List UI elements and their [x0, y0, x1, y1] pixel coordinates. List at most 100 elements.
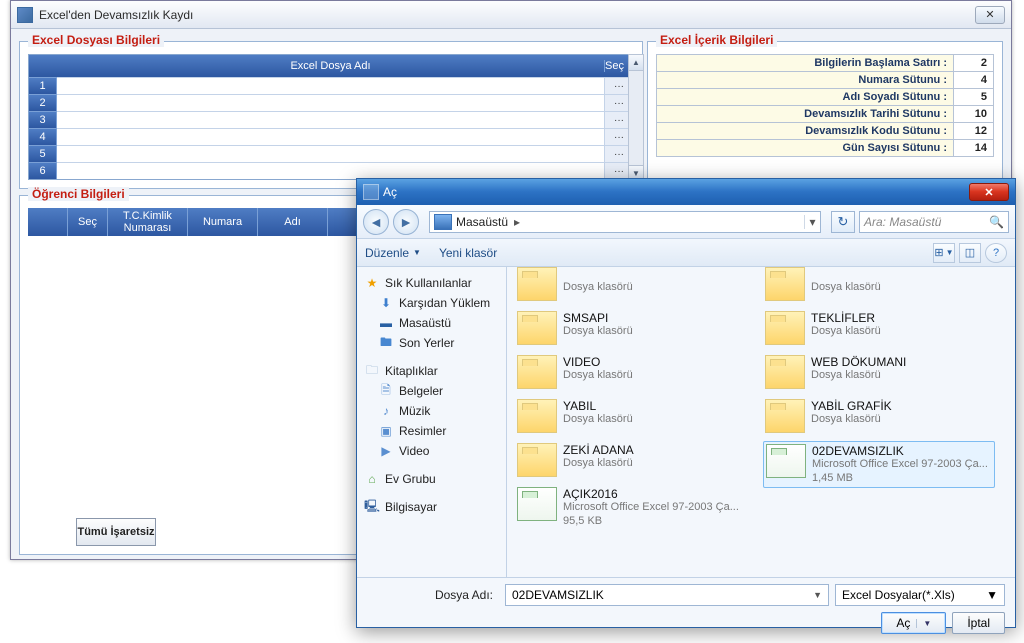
- list-item-selected[interactable]: 02DEVAMSIZLIKMicrosoft Office Excel 97-2…: [763, 441, 995, 488]
- folder-icon: [517, 355, 557, 389]
- table-row[interactable]: 4···: [29, 128, 633, 145]
- list-item[interactable]: VIDEODosya klasörü: [515, 353, 747, 391]
- video-icon: ▶: [379, 444, 393, 458]
- sidebar-documents[interactable]: 🗎Belgeler: [379, 381, 502, 401]
- sidebar-videos[interactable]: ▶Video: [379, 441, 502, 461]
- dialog-title: Aç: [383, 185, 397, 199]
- chevron-down-icon: ▼: [413, 248, 421, 257]
- config-value[interactable]: 12: [953, 123, 993, 139]
- file-open-dialog: Aç ✕ ◄ ► Masaüstü ▸ ▾ ↻ Ara: Masaüstü 🔍 …: [356, 178, 1016, 628]
- nav-back-button[interactable]: ◄: [363, 209, 389, 235]
- group-title: Öğrenci Bilgileri: [28, 187, 129, 201]
- list-item[interactable]: AÇIK2016Microsoft Office Excel 97-2003 Ç…: [515, 485, 747, 530]
- dialog-close-button[interactable]: ✕: [969, 183, 1009, 201]
- scroll-up-icon[interactable]: ▲: [629, 55, 643, 71]
- table-row[interactable]: 5···: [29, 145, 633, 162]
- group-title: Excel Dosyası Bilgileri: [28, 33, 164, 47]
- list-item[interactable]: Dosya klasörü: [515, 267, 747, 303]
- desktop-icon: ▬: [379, 316, 393, 330]
- file-type-select[interactable]: Excel Dosyalar(*.Xls) ▼: [835, 584, 1005, 606]
- dialog-toolbar: Düzenle ▼ Yeni klasör ⊞▼ ◫ ?: [357, 239, 1015, 267]
- list-item[interactable]: SMSAPIDosya klasörü: [515, 309, 747, 347]
- group-content-info: Excel İçerik Bilgileri Bilgilerin Başlam…: [647, 41, 1003, 189]
- organize-menu[interactable]: Düzenle ▼: [365, 246, 421, 260]
- open-button[interactable]: Aç ▼: [881, 612, 946, 634]
- table-row[interactable]: 1···: [29, 77, 633, 94]
- crumb-item[interactable]: Masaüstü: [456, 215, 508, 229]
- config-value[interactable]: 14: [953, 140, 993, 156]
- folder-icon: [517, 267, 557, 301]
- app-icon: [17, 7, 33, 23]
- crumb-dropdown-icon[interactable]: ▾: [804, 215, 820, 229]
- breadcrumb[interactable]: Masaüstü ▸ ▾: [429, 211, 821, 233]
- computer-icon: 🖳: [365, 500, 379, 514]
- config-value[interactable]: 4: [953, 72, 993, 88]
- sidebar-computer[interactable]: 🖳Bilgisayar: [365, 497, 502, 517]
- homegroup-icon: ⌂: [365, 472, 379, 486]
- main-close-button[interactable]: ✕: [975, 6, 1005, 24]
- help-button[interactable]: ?: [985, 243, 1007, 263]
- list-item[interactable]: TEKLİFLERDosya klasörü: [763, 309, 995, 347]
- library-icon: 🗀: [365, 364, 379, 378]
- folder-icon: [765, 399, 805, 433]
- file-name-label: Dosya Adı:: [367, 588, 499, 602]
- nav-forward-button[interactable]: ►: [393, 209, 419, 235]
- file-name-input[interactable]: 02DEVAMSIZLIK ▼: [505, 584, 829, 606]
- document-icon: 🗎: [379, 384, 393, 398]
- sidebar-desktop[interactable]: ▬Masaüstü: [379, 313, 502, 333]
- download-icon: ⬇: [379, 296, 393, 310]
- list-item[interactable]: YABİL GRAFİKDosya klasörü: [763, 397, 995, 435]
- refresh-button[interactable]: ↻: [831, 211, 855, 233]
- preview-pane-button[interactable]: ◫: [959, 243, 981, 263]
- config-row: Numara Sütunu :4: [656, 71, 994, 89]
- sidebar-homegroup[interactable]: ⌂Ev Grubu: [365, 469, 502, 489]
- sidebar-downloads[interactable]: ⬇Karşıdan Yüklem: [379, 293, 502, 313]
- excel-icon: [766, 444, 806, 478]
- list-item[interactable]: WEB DÖKUMANIDosya klasörü: [763, 353, 995, 391]
- sidebar-recent[interactable]: 🖿Son Yerler: [379, 333, 502, 353]
- folder-icon: [765, 311, 805, 345]
- config-value[interactable]: 10: [953, 106, 993, 122]
- desktop-icon: [434, 214, 452, 230]
- sidebar-music[interactable]: ♪Müzik: [379, 401, 502, 421]
- table-row[interactable]: 6···: [29, 162, 633, 179]
- list-item[interactable]: ZEKİ ADANADosya klasörü: [515, 441, 747, 479]
- chevron-down-icon: ▼: [986, 588, 998, 602]
- config-row: Devamsızlık Tarihi Sütunu :10: [656, 105, 994, 123]
- group-title: Excel İçerik Bilgileri: [656, 33, 777, 47]
- main-title: Excel'den Devamsızlık Kaydı: [39, 8, 193, 22]
- list-item[interactable]: YABILDosya klasörü: [515, 397, 747, 435]
- new-folder-button[interactable]: Yeni klasör: [439, 246, 497, 260]
- sidebar-libraries[interactable]: 🗀Kitaplıklar: [365, 361, 502, 381]
- dialog-nav: ◄ ► Masaüstü ▸ ▾ ↻ Ara: Masaüstü 🔍: [357, 205, 1015, 239]
- group-excel-files: Excel Dosyası Bilgileri Excel Dosya Adı …: [19, 41, 643, 189]
- folder-icon: [517, 311, 557, 345]
- sidebar-favorites[interactable]: ★Sık Kullanılanlar: [365, 273, 502, 293]
- search-icon: 🔍: [989, 215, 1004, 229]
- scrollbar[interactable]: ▲ ▼: [628, 54, 644, 182]
- col-file-name: Excel Dosya Adı: [57, 60, 605, 72]
- config-table: Bilgilerin Başlama Satırı :2 Numara Sütu…: [656, 54, 994, 156]
- sidebar: ★Sık Kullanılanlar ⬇Karşıdan Yüklem ▬Mas…: [357, 267, 507, 577]
- picture-icon: ▣: [379, 424, 393, 438]
- chevron-right-icon[interactable]: ▸: [508, 215, 526, 229]
- view-mode-button[interactable]: ⊞▼: [933, 243, 955, 263]
- clock-icon: 🖿: [379, 336, 393, 350]
- folder-icon: [517, 399, 557, 433]
- search-input[interactable]: Ara: Masaüstü 🔍: [859, 211, 1009, 233]
- list-item[interactable]: Dosya klasörü: [763, 267, 995, 303]
- excel-table-body: 1··· 2··· 3··· 4··· 5··· 6···: [29, 77, 633, 179]
- chevron-down-icon[interactable]: ▼: [813, 590, 822, 600]
- table-row[interactable]: 2···: [29, 94, 633, 111]
- table-row[interactable]: 3···: [29, 111, 633, 128]
- split-dropdown-icon[interactable]: ▼: [916, 619, 931, 628]
- sidebar-pictures[interactable]: ▣Resimler: [379, 421, 502, 441]
- config-value[interactable]: 5: [953, 89, 993, 105]
- config-value[interactable]: 2: [953, 55, 993, 71]
- star-icon: ★: [365, 276, 379, 290]
- cancel-button[interactable]: İptal: [952, 612, 1005, 634]
- music-icon: ♪: [379, 404, 393, 418]
- clear-all-button[interactable]: Tümü İşaretsiz: [76, 518, 156, 546]
- dialog-titlebar: Aç ✕: [357, 179, 1015, 205]
- dialog-footer: Dosya Adı: 02DEVAMSIZLIK ▼ Excel Dosyala…: [357, 577, 1015, 627]
